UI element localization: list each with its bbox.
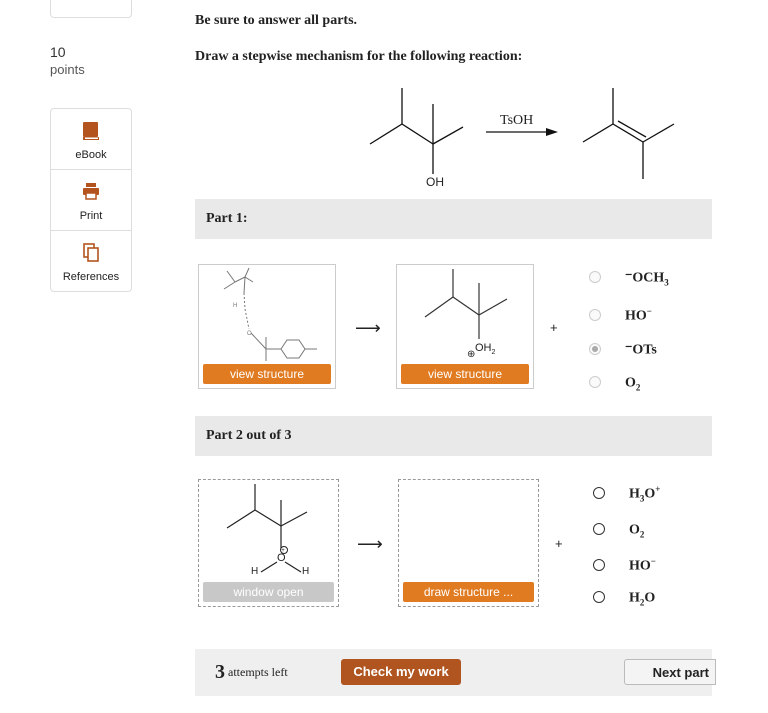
reaction-arrow-2: ⟶ <box>357 534 383 554</box>
part2-structure-box-1: + O H H window open <box>198 479 339 607</box>
tool-panel: eBook Print References <box>50 108 132 292</box>
points-value: 10 <box>50 44 66 60</box>
p1-option-label-3: ⁻OTs <box>625 342 657 358</box>
question-text: Draw a stepwise mechanism for the follow… <box>195 49 523 64</box>
part1-header: Part 1: <box>195 199 712 239</box>
footer-bar: 3 attempts left Check my work Next part <box>195 649 716 696</box>
p2-option-label-4: H2O <box>629 590 656 608</box>
p2-option-label-2: O2 <box>629 522 645 540</box>
view-structure-button-2[interactable]: view structure <box>401 364 529 384</box>
points-label: points <box>50 62 85 77</box>
attempts-left: 3 attempts left <box>215 661 288 683</box>
reaction-scheme <box>369 88 675 179</box>
p2-option-label-1: H3O+ <box>629 484 661 504</box>
print-button[interactable]: Print <box>51 170 131 231</box>
oxygen-label: O <box>277 552 286 564</box>
printer-icon <box>51 170 131 210</box>
p1-option-radio-2[interactable] <box>589 309 601 321</box>
next-part-button[interactable]: Next part <box>624 659 716 685</box>
window-open-button[interactable]: window open <box>203 582 334 602</box>
ebook-button[interactable]: eBook <box>51 109 131 170</box>
positive-charge-icon: ⊕ <box>467 349 476 360</box>
p1-option-label-4: O2 <box>625 375 641 393</box>
plus-sign-1: + <box>550 320 558 335</box>
part1-structure-box-2: OH2 ⊕ view structure <box>396 264 534 389</box>
ebook-label: eBook <box>75 149 107 161</box>
reagent-label: TsOH <box>500 113 534 128</box>
p2-option-radio-1[interactable] <box>593 487 605 499</box>
part2-structure-box-2[interactable]: draw structure ... <box>398 479 539 607</box>
part1-structure-box-1: H O view structure <box>198 264 336 389</box>
view-structure-button-1[interactable]: view structure <box>203 364 331 384</box>
p1-option-radio-1[interactable] <box>589 271 601 283</box>
part2-header: Part 2 out of 3 <box>195 416 712 456</box>
p1-option-radio-4[interactable] <box>589 376 601 388</box>
check-my-work-button[interactable]: Check my work <box>341 659 461 685</box>
p2-option-radio-2[interactable] <box>593 523 605 535</box>
hydrogen-label-2: H <box>302 566 310 577</box>
p1-option-label-2: HO− <box>625 306 652 324</box>
instruction-text: Be sure to answer all parts. <box>195 13 358 28</box>
oh2-label: OH2 <box>475 342 496 357</box>
tosylate-structure: H O <box>223 267 317 361</box>
copy-icon <box>51 231 131 271</box>
references-button[interactable]: References <box>51 231 131 291</box>
svg-text:O: O <box>247 331 252 337</box>
references-label: References <box>62 271 120 283</box>
p2-option-radio-4[interactable] <box>593 591 605 603</box>
svg-text:H: H <box>233 303 237 309</box>
protonated-alcohol-structure <box>424 269 508 339</box>
oh-label: OH <box>426 175 444 189</box>
previous-panel-stub <box>50 0 132 18</box>
p2-option-label-3: HO− <box>629 556 656 574</box>
p1-option-radio-3[interactable] <box>589 343 601 355</box>
print-label: Print <box>79 210 103 222</box>
draw-structure-button[interactable]: draw structure ... <box>403 582 534 602</box>
p1-option-label-1: ⁻OCH3 <box>625 270 669 288</box>
reaction-arrow-1: ⟶ <box>355 318 381 338</box>
hydrogen-label-1: H <box>251 566 259 577</box>
oxonium-structure: + <box>226 484 308 573</box>
p2-option-radio-3[interactable] <box>593 559 605 571</box>
plus-sign-2: + <box>555 536 563 551</box>
book-icon <box>51 109 131 149</box>
